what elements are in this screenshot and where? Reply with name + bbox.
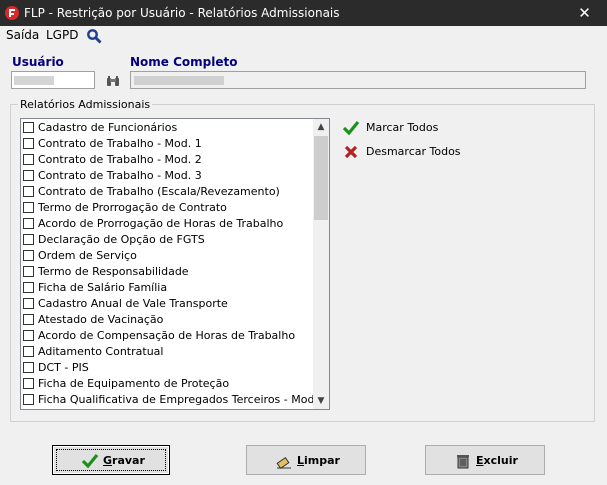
checkbox[interactable]: [23, 362, 34, 373]
app-logo-icon: [5, 6, 19, 20]
window-title: FLP - Restrição por Usuário - Relatórios…: [24, 6, 340, 20]
trash-icon: [457, 455, 469, 469]
checkbox[interactable]: [23, 202, 34, 213]
checkbox[interactable]: [23, 138, 34, 149]
clear-label: Limpar: [297, 454, 340, 467]
red-cross-icon: [344, 145, 358, 159]
checklist-item-label: Termo de Prorrogação de Contrato: [38, 201, 227, 214]
checkbox[interactable]: [23, 250, 34, 261]
checklist-item[interactable]: Ficha de Equipamento de Proteção: [23, 376, 313, 392]
checkbox[interactable]: [23, 282, 34, 293]
unmark-all-label: Desmarcar Todos: [366, 145, 461, 158]
checkbox[interactable]: [23, 394, 34, 405]
redacted-value: [14, 76, 54, 85]
checklist-item-label: Contrato de Trabalho - Mod. 2: [38, 153, 202, 166]
checkbox[interactable]: [23, 298, 34, 309]
checkbox[interactable]: [23, 186, 34, 197]
user-input[interactable]: [11, 71, 95, 89]
green-check-icon: [81, 453, 99, 469]
checklist-item-label: Termo de Responsabilidade: [38, 265, 189, 278]
title-bar: FLP - Restrição por Usuário - Relatórios…: [0, 0, 607, 26]
checklist-item[interactable]: Declaração de Opção de FGTS: [23, 232, 313, 248]
delete-button[interactable]: Excluir: [425, 445, 545, 475]
save-label: Gravar: [103, 454, 145, 467]
checklist-item-label: Aditamento Contratual: [38, 345, 164, 358]
checklist-item-label: Contrato de Trabalho - Mod. 3: [38, 169, 202, 182]
scroll-thumb[interactable]: [314, 136, 328, 220]
checklist-item[interactable]: Contrato de Trabalho - Mod. 3: [23, 168, 313, 184]
checklist-item-label: Ordem de Serviço: [38, 249, 137, 262]
checklist-item-label: Contrato de Trabalho (Escala/Revezamento…: [38, 185, 280, 198]
user-label: Usuário: [12, 55, 64, 69]
green-check-icon: [342, 120, 360, 136]
vertical-scrollbar[interactable]: ▲ ▼: [313, 119, 329, 409]
groupbox-legend: Relatórios Admissionais: [18, 98, 153, 111]
delete-label: Excluir: [476, 454, 518, 467]
checklist-item[interactable]: Contrato de Trabalho - Mod. 2: [23, 152, 313, 168]
checklist-item-label: Acordo de Compensação de Horas de Trabal…: [38, 329, 296, 342]
checklist-item[interactable]: Atestado de Vacinação: [23, 312, 313, 328]
checklist-item[interactable]: Aditamento Contratual: [23, 344, 313, 360]
checkbox[interactable]: [23, 378, 34, 389]
checkbox[interactable]: [23, 266, 34, 277]
checklist-item[interactable]: Ordem de Serviço: [23, 248, 313, 264]
checklist-item[interactable]: Cadastro de Funcionários: [23, 120, 313, 136]
save-button[interactable]: Gravar: [52, 445, 170, 475]
checklist-item[interactable]: Acordo de Prorrogação de Horas de Trabal…: [23, 216, 313, 232]
checkbox[interactable]: [23, 122, 34, 133]
mark-all-label: Marcar Todos: [366, 121, 439, 134]
checklist-item-label: DCT - PIS: [38, 361, 89, 374]
checklist-item-label: Ficha de Salário Família: [38, 281, 168, 294]
checklist-item-label: Acordo de Prorrogação de Horas de Trabal…: [38, 217, 284, 230]
checkbox[interactable]: [23, 346, 34, 357]
full-name-label: Nome Completo: [130, 55, 238, 69]
checklist-item[interactable]: Contrato de Trabalho (Escala/Revezamento…: [23, 184, 313, 200]
checklist-item-label: Atestado de Vacinação: [38, 313, 164, 326]
menu-bar: Saída LGPD: [0, 26, 607, 46]
redacted-value: [134, 76, 224, 85]
checklist-item[interactable]: Ficha de Salário Família: [23, 280, 313, 296]
full-name-field: [130, 71, 586, 89]
checklist-item[interactable]: Termo de Responsabilidade: [23, 264, 313, 280]
checklist-item[interactable]: Termo de Prorrogação de Contrato: [23, 200, 313, 216]
clear-button[interactable]: Limpar: [246, 445, 366, 475]
reports-checklist[interactable]: Cadastro de Funcionários Contrato de Trab…: [20, 118, 330, 410]
checklist-item-label: Cadastro de Funcionários: [38, 121, 178, 134]
checklist-item[interactable]: Contrato de Trabalho - Mod. 1: [23, 136, 313, 152]
checklist-item[interactable]: Acordo de Compensação de Horas de Trabal…: [23, 328, 313, 344]
menu-item-lgpd[interactable]: LGPD: [46, 28, 78, 42]
checklist-item-label: Ficha de Equipamento de Proteção: [38, 377, 230, 390]
binoculars-icon[interactable]: [105, 73, 121, 89]
checkbox[interactable]: [23, 314, 34, 325]
checkbox[interactable]: [23, 234, 34, 245]
scroll-up-arrow-icon[interactable]: ▲: [313, 119, 329, 135]
search-icon[interactable]: [86, 28, 102, 44]
scroll-down-arrow-icon[interactable]: ▼: [313, 393, 329, 409]
checklist-item-label: Declaração de Opção de FGTS: [38, 233, 205, 246]
checkbox[interactable]: [23, 154, 34, 165]
eraser-icon: [276, 456, 291, 470]
checklist-item-label: Ficha Qualificativa de Empregados Tercei…: [38, 393, 325, 406]
checkbox[interactable]: [23, 170, 34, 181]
checklist-item-label: Cadastro Anual de Vale Transporte: [38, 297, 228, 310]
menu-item-saida[interactable]: Saída: [6, 28, 39, 42]
close-button[interactable]: ✕: [562, 0, 607, 26]
checkbox[interactable]: [23, 330, 34, 341]
unmark-all-button[interactable]: Desmarcar Todos: [342, 142, 462, 162]
mark-all-button[interactable]: Marcar Todos: [342, 118, 462, 138]
checklist-item[interactable]: DCT - PIS: [23, 360, 313, 376]
checkbox[interactable]: [23, 218, 34, 229]
checklist-item-label: Contrato de Trabalho - Mod. 1: [38, 137, 202, 150]
checklist-item[interactable]: Ficha Qualificativa de Empregados Tercei…: [23, 392, 325, 408]
checklist-item[interactable]: Cadastro Anual de Vale Transporte: [23, 296, 313, 312]
